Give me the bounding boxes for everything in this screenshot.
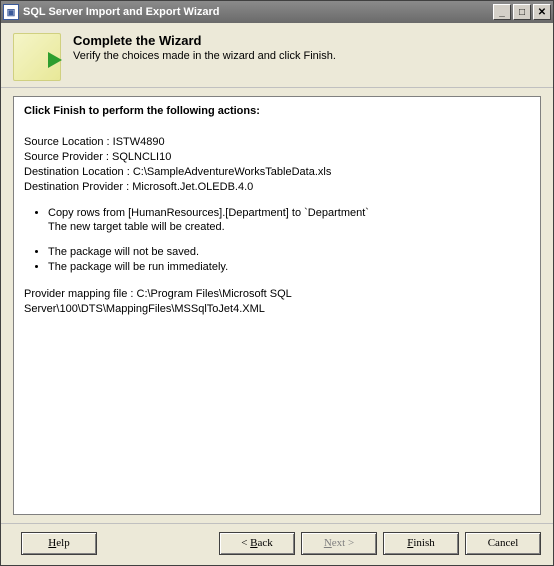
list-item: Copy rows from [HumanResources].[Departm… <box>48 206 530 221</box>
finish-button[interactable]: Finish <box>383 532 459 555</box>
cancel-button[interactable]: Cancel <box>465 532 541 555</box>
titlebar: ▣ SQL Server Import and Export Wizard _ … <box>1 1 553 23</box>
wizard-header: Complete the Wizard Verify the choices m… <box>1 23 553 88</box>
destination-provider: Destination Provider : Microsoft.Jet.OLE… <box>24 180 530 195</box>
window-controls: _ □ ✕ <box>491 4 551 20</box>
list-item: The new target table will be created. <box>48 221 530 233</box>
footer: Help < Back Next > Finish Cancel <box>1 523 553 565</box>
next-button: Next > <box>301 532 377 555</box>
list-item: The package will be run immediately. <box>48 260 530 275</box>
summary-heading: Click Finish to perform the following ac… <box>24 105 530 117</box>
minimize-button[interactable]: _ <box>493 4 511 20</box>
close-button[interactable]: ✕ <box>533 4 551 20</box>
back-button[interactable]: < Back <box>219 532 295 555</box>
source-location: Source Location : ISTW4890 <box>24 135 530 150</box>
destination-location: Destination Location : C:\SampleAdventur… <box>24 165 530 180</box>
page-title: Complete the Wizard <box>73 33 336 48</box>
wizard-icon <box>13 33 61 81</box>
action-list-package: The package will not be saved. The packa… <box>24 245 530 275</box>
source-provider: Source Provider : SQLNCLI10 <box>24 150 530 165</box>
page-subtitle: Verify the choices made in the wizard an… <box>73 50 336 62</box>
provider-mapping-file: Provider mapping file : C:\Program Files… <box>24 287 530 317</box>
window-title: SQL Server Import and Export Wizard <box>23 6 491 18</box>
app-icon: ▣ <box>3 4 19 20</box>
wizard-header-text: Complete the Wizard Verify the choices m… <box>73 33 336 62</box>
help-button[interactable]: Help <box>21 532 97 555</box>
summary-panel: Click Finish to perform the following ac… <box>13 96 541 515</box>
wizard-window: ▣ SQL Server Import and Export Wizard _ … <box>0 0 554 566</box>
list-item: The package will not be saved. <box>48 245 530 260</box>
maximize-button[interactable]: □ <box>513 4 531 20</box>
action-list-copy: Copy rows from [HumanResources].[Departm… <box>24 206 530 233</box>
